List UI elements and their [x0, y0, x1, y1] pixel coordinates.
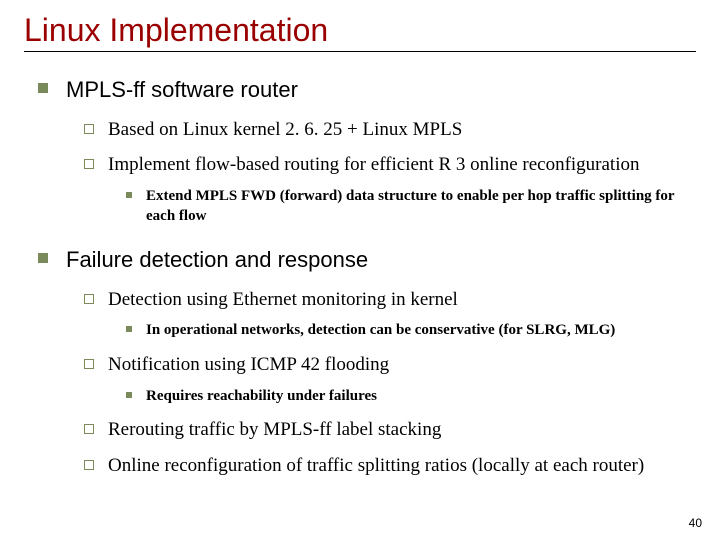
l1-text: MPLS-ff software router [66, 77, 298, 102]
bullet-list-l2: Based on Linux kernel 2. 6. 25 + Linux M… [66, 118, 696, 227]
l2-item: Based on Linux kernel 2. 6. 25 + Linux M… [84, 118, 696, 142]
l2-item: Online reconfiguration of traffic splitt… [84, 454, 696, 478]
l2-item: Notification using ICMP 42 flooding Requ… [84, 353, 696, 406]
l3-text: In operational networks, detection can b… [146, 322, 615, 338]
bullet-list-l1: MPLS-ff software router Based on Linux k… [24, 76, 696, 478]
l1-item: Failure detection and response Detection… [38, 246, 696, 478]
l2-item: Rerouting traffic by MPLS-ff label stack… [84, 418, 696, 442]
l3-item: Requires reachability under failures [126, 387, 696, 407]
l2-text: Online reconfiguration of traffic splitt… [108, 455, 644, 476]
l2-text: Based on Linux kernel 2. 6. 25 + Linux M… [108, 119, 462, 140]
l2-text: Notification using ICMP 42 flooding [108, 354, 389, 375]
bullet-list-l3: Extend MPLS FWD (forward) data structure… [108, 187, 696, 226]
l3-text: Extend MPLS FWD (forward) data structure… [146, 188, 674, 224]
bullet-list-l3: Requires reachability under failures [108, 387, 696, 407]
bullet-list-l2: Detection using Ethernet monitoring in k… [66, 288, 696, 478]
l2-text: Rerouting traffic by MPLS-ff label stack… [108, 419, 441, 440]
l2-item: Detection using Ethernet monitoring in k… [84, 288, 696, 341]
bullet-list-l3: In operational networks, detection can b… [108, 321, 696, 341]
l1-item: MPLS-ff software router Based on Linux k… [38, 76, 696, 226]
page-number: 40 [689, 516, 702, 530]
l2-text: Detection using Ethernet monitoring in k… [108, 289, 458, 310]
slide-title: Linux Implementation [24, 12, 696, 52]
l3-item: Extend MPLS FWD (forward) data structure… [126, 187, 696, 226]
l2-item: Implement flow-based routing for efficie… [84, 153, 696, 226]
l3-item: In operational networks, detection can b… [126, 321, 696, 341]
l3-text: Requires reachability under failures [146, 388, 377, 404]
l1-text: Failure detection and response [66, 247, 368, 272]
slide: Linux Implementation MPLS-ff software ro… [0, 0, 720, 478]
l2-text: Implement flow-based routing for efficie… [108, 154, 640, 175]
